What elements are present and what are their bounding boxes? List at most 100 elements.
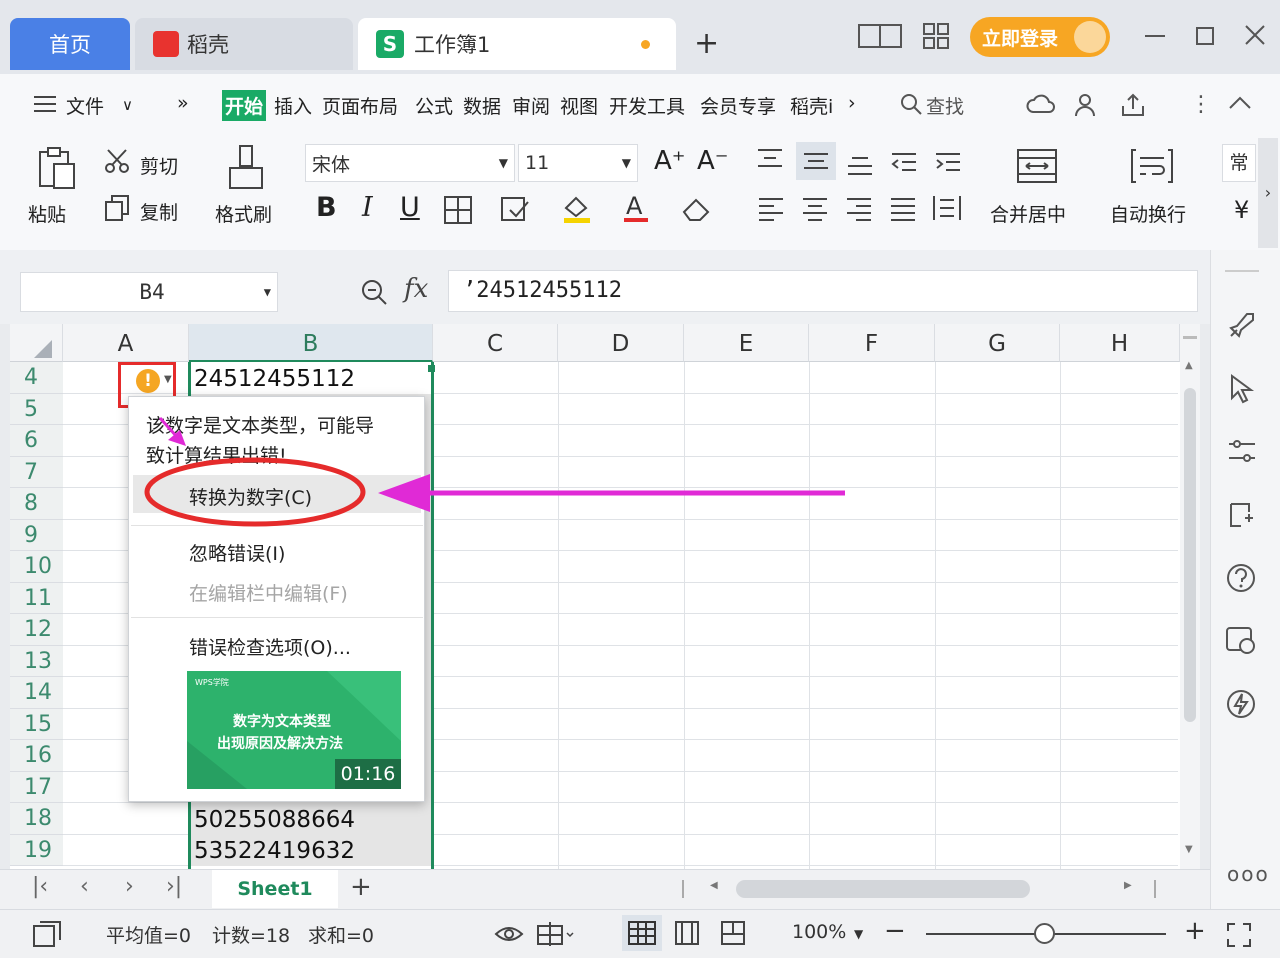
ignore-error-item[interactable]: 忽略错误(I) [189,539,285,566]
zoom-in-button[interactable]: + [1184,916,1206,946]
new-tab-button[interactable]: + [694,26,719,61]
menu-developer[interactable]: 开发工具 [609,92,685,119]
reading-mode-icon[interactable] [858,22,902,50]
justify-icon[interactable] [890,196,916,222]
vertical-scrollbar[interactable]: ▲ ▼ [1180,324,1200,869]
login-button[interactable]: 立即登录 [970,17,1110,57]
more-icon[interactable]: ooo [1227,862,1270,886]
warning-icon[interactable]: ! [136,369,160,393]
menu-home[interactable]: 开始 [222,90,267,121]
column-header-c[interactable]: C [433,324,558,362]
italic-button[interactable]: I [362,192,373,223]
add-sheet-button[interactable]: + [350,872,372,902]
menu-view[interactable]: 视图 [560,92,598,119]
column-header-f[interactable]: F [809,324,935,362]
ai-icon[interactable] [1225,688,1257,720]
tab-workbook[interactable]: S 工作簿1 [358,18,676,70]
row-header-5[interactable]: 5 [10,393,63,425]
row-header-16[interactable]: 16 [10,740,63,772]
select-cursor-icon[interactable] [1229,374,1255,404]
zoom-out-button[interactable]: − [884,916,906,946]
format-painter-icon[interactable] [228,144,264,192]
scroll-split-handle[interactable] [1154,880,1156,898]
menu-daoke[interactable]: 稻壳i [790,92,833,119]
select-all-corner[interactable] [10,324,63,362]
paste-button[interactable]: 粘贴 [28,200,66,227]
tab-daoke[interactable]: 稻壳 [135,18,353,70]
font-name-select[interactable]: 宋体 ▼ [305,144,515,182]
font-color-icon[interactable]: A [623,190,649,224]
reading-view-icon[interactable] [536,922,576,946]
decrease-indent-icon[interactable] [890,150,918,178]
error-options-item[interactable]: 错误检查选项(O)... [189,633,351,660]
row-header-15[interactable]: 15 [10,708,63,740]
menu-insert[interactable]: 插入 [274,92,312,119]
chevron-right-icon[interactable]: › [848,92,856,114]
ribbon-scroll-right-icon[interactable]: › [1258,138,1278,248]
align-bottom-icon[interactable] [846,150,874,178]
format-icon[interactable] [1227,500,1255,530]
convert-to-number-label[interactable]: 转换为数字(C) [189,483,312,510]
column-header-d[interactable]: D [558,324,684,362]
menu-member[interactable]: 会员专享 [700,92,776,119]
increase-font-icon[interactable]: A⁺ [654,146,686,176]
video-thumbnail[interactable]: WPS学院 数字为文本类型 出现原因及解决方法 01:16 [187,671,401,789]
row-header-10[interactable]: 10 [10,551,63,583]
scroll-up-icon[interactable]: ▲ [1185,360,1193,371]
scrollbar-split-handle[interactable] [1183,336,1197,339]
hamburger-icon[interactable] [33,94,57,114]
share-icon[interactable] [1120,92,1146,118]
row-header-11[interactable]: 11 [10,582,63,614]
fill-handle[interactable] [428,365,435,372]
menu-more[interactable]: » [177,92,189,114]
row-header-7[interactable]: 7 [10,456,63,488]
close-icon[interactable] [1244,24,1266,46]
align-right-icon[interactable] [846,196,872,222]
copy-button[interactable]: 复制 [140,198,178,225]
maximize-icon[interactable] [1196,27,1214,45]
prev-sheet-icon[interactable]: ‹ [80,874,89,899]
column-header-g[interactable]: G [935,324,1060,362]
align-top-icon[interactable] [756,146,784,174]
menu-data[interactable]: 数据 [463,92,501,119]
minimize-icon[interactable] [1145,35,1165,37]
wrap-text-icon[interactable] [1130,148,1174,184]
underline-button[interactable]: U [400,192,420,223]
row-header-18[interactable]: 18 [10,803,63,835]
border-icon[interactable] [444,196,472,224]
cell-style-icon[interactable] [500,196,530,224]
collapse-ribbon-icon[interactable] [1228,94,1252,110]
settings-sliders-icon[interactable] [1227,438,1257,466]
scissors-icon[interactable] [104,148,134,174]
scrollbar-thumb[interactable] [1184,388,1196,722]
row-header-17[interactable]: 17 [10,771,63,803]
first-sheet-icon[interactable]: |‹ [32,874,48,899]
help-icon[interactable] [1225,562,1257,594]
zoom-search-icon[interactable] [360,278,388,306]
scroll-left-icon[interactable]: ◀ [710,880,718,891]
zoom-level[interactable]: 100% [792,921,846,943]
column-header-e[interactable]: E [684,324,809,362]
horizontal-scrollbar-thumb[interactable] [736,880,1030,898]
increase-indent-icon[interactable] [934,150,962,178]
row-header-8[interactable]: 8 [10,488,63,520]
paste-icon[interactable] [36,146,76,190]
column-header-b[interactable]: B [189,324,433,362]
column-header-h[interactable]: H [1060,324,1180,362]
image-edit-icon[interactable] [1225,624,1257,656]
align-middle-button[interactable] [796,142,836,180]
scroll-right-icon[interactable]: ▶ [1124,880,1132,891]
copy-icon[interactable] [104,194,132,222]
bold-button[interactable]: B [316,192,337,223]
clear-format-icon[interactable] [682,196,712,222]
collaborate-icon[interactable] [1074,92,1100,118]
fullscreen-icon[interactable] [1226,922,1252,948]
menu-page-layout[interactable]: 页面布局 [322,92,398,119]
next-sheet-icon[interactable]: › [125,874,134,899]
menu-formula[interactable]: 公式 [415,92,453,119]
row-header-6[interactable]: 6 [10,425,63,457]
warning-dropdown-arrow-icon[interactable]: ▼ [164,374,172,385]
eye-protection-icon[interactable] [494,922,524,946]
cut-button[interactable]: 剪切 [140,152,178,179]
cloud-icon[interactable] [1026,92,1056,118]
